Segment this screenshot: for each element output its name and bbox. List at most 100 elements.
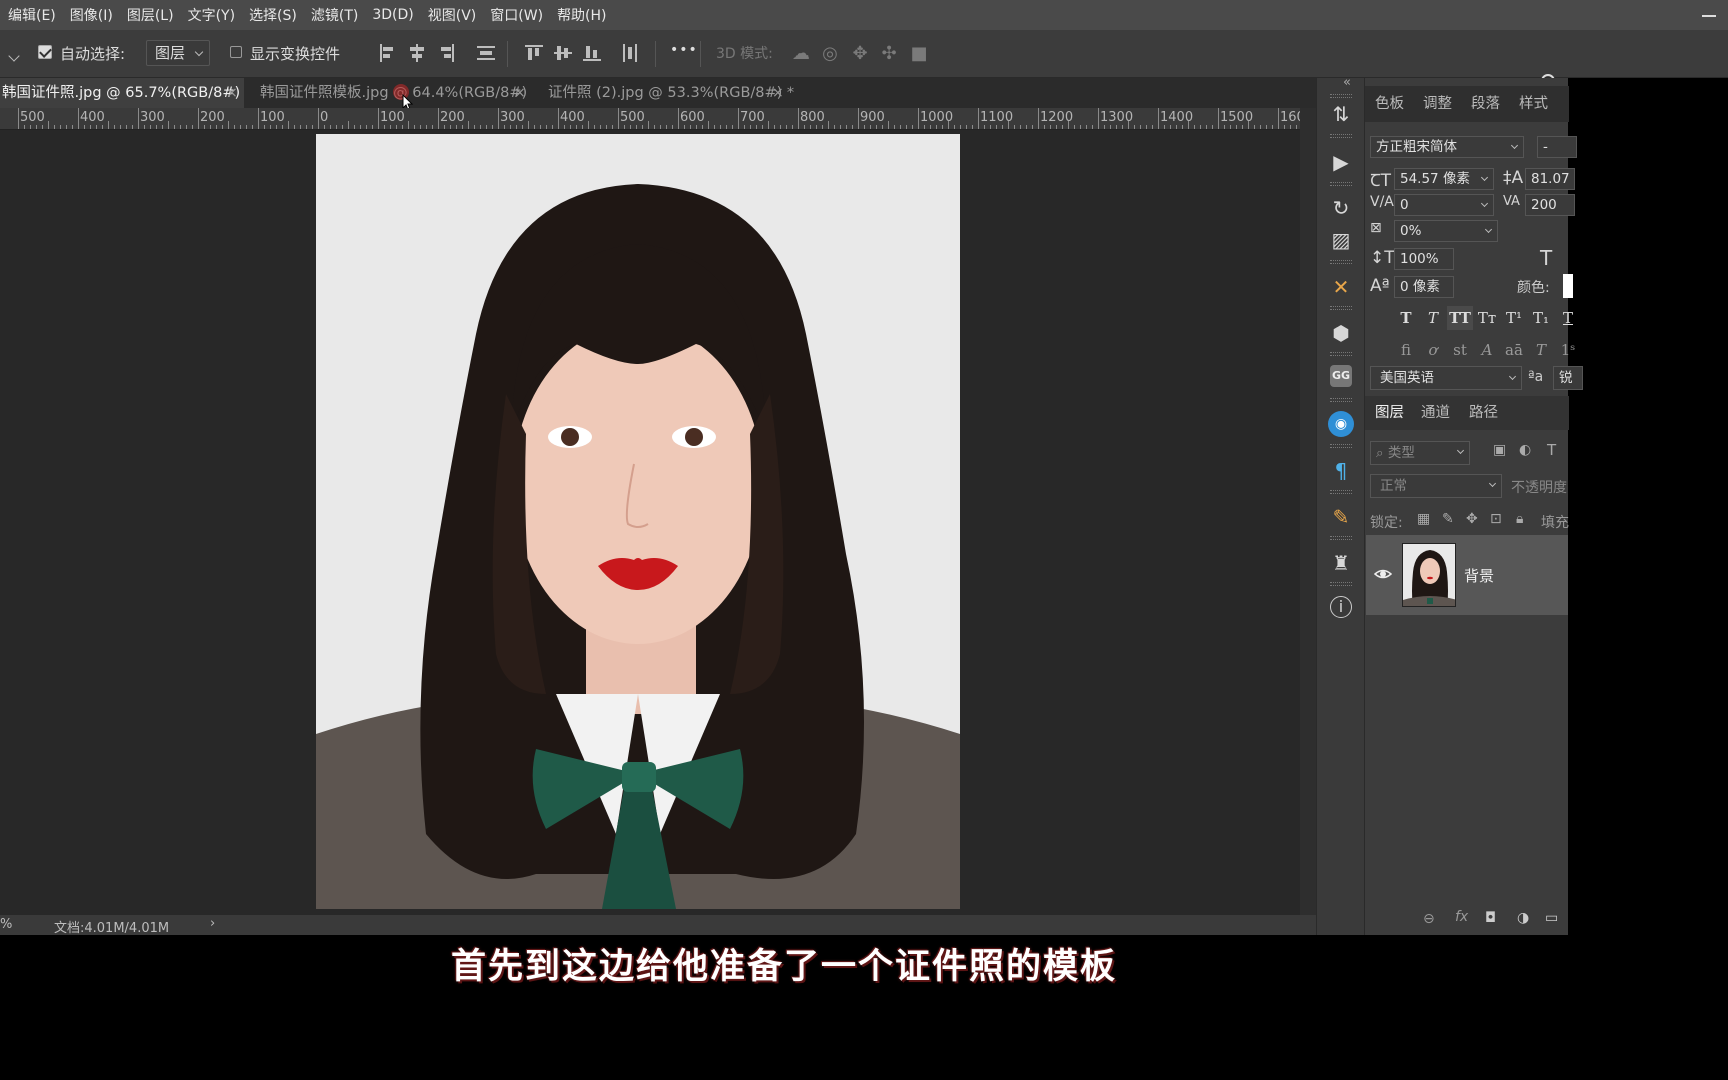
layer-fx-icon[interactable]: fx [1455,909,1468,925]
align-top-icon[interactable] [524,43,544,63]
tab-adjustments[interactable]: 调整 [1423,86,1452,122]
new-group-icon[interactable]: ▭ [1545,910,1558,926]
layer-name[interactable]: 背景 [1464,565,1494,586]
menu-select[interactable]: 选择(S) [249,5,297,25]
stylistic-alternates-button[interactable]: aā [1501,338,1527,362]
menu-edit[interactable]: 编辑(E) [8,5,56,25]
align-bottom-icon[interactable] [582,43,602,63]
collapse-panels-icon[interactable]: « [1343,75,1351,90]
layer-filter-select[interactable]: ⌕ 类型 [1370,441,1470,465]
align-right-icon[interactable] [436,43,456,63]
crossed-tools-icon[interactable]: ✕ [1327,273,1355,301]
faux-bold-button[interactable]: T [1393,306,1419,330]
lock-position-icon[interactable]: ✥ [1466,511,1478,527]
superscript-button[interactable]: T¹ [1501,306,1527,330]
rotate-icon[interactable]: ↻ [1327,194,1355,222]
close-tab-icon[interactable]: × [514,78,526,108]
auto-select-target-dropdown[interactable]: 图层 [146,40,210,66]
blend-mode-select[interactable]: 正常 [1370,474,1502,498]
filter-type-icon[interactable]: T [1547,441,1556,459]
menu-layer[interactable]: 图层(L) [127,5,174,25]
3d-camera-icon[interactable]: ■ [908,43,930,65]
show-transform-checkbox[interactable] [230,46,242,58]
3d-orbit-icon[interactable]: ☁ [790,43,812,65]
lock-all-icon[interactable]: 🔒︎ [1516,511,1523,527]
leading-input[interactable]: 81.07 [1525,168,1575,190]
lock-artboard-icon[interactable]: ⊡ [1490,511,1502,527]
distribute-vertical-icon[interactable] [476,43,496,63]
discretionary-ligature-button[interactable]: st [1447,338,1473,362]
tab-document-3[interactable]: 证件照 (2).jpg @ 53.3%(RGB/8#) * × [546,78,794,108]
brush-icon[interactable]: ✎ [1327,503,1355,531]
menu-3d[interactable]: 3D(D) [372,7,413,23]
grip[interactable] [1330,182,1352,186]
underline-button[interactable]: T [1555,306,1581,330]
tracking-input[interactable]: 200 [1525,194,1575,216]
clone-stamp-icon[interactable]: ♜ [1327,549,1355,577]
grip[interactable] [1330,444,1352,448]
close-tab-icon[interactable]: × [772,78,784,108]
tab-paragraph[interactable]: 段落 [1471,86,1500,122]
tsume-input[interactable]: 0% [1394,220,1498,242]
history-icon[interactable]: ⇅ [1327,100,1355,128]
baseline-shift-input[interactable]: 0 像素 [1394,276,1454,298]
tab-layers[interactable]: 图层 [1375,396,1404,430]
color-wheel-icon[interactable]: ◉ [1328,411,1354,437]
vertical-scrollbar[interactable] [1300,108,1316,915]
menu-type[interactable]: 文字(Y) [188,5,235,25]
link-layers-icon[interactable]: ⊖ [1423,911,1435,927]
close-tab-icon[interactable]: × [226,78,238,108]
tab-swatches[interactable]: 色板 [1375,86,1404,122]
new-adjustment-layer-icon[interactable]: ◑ [1517,910,1529,926]
grip[interactable] [1330,490,1352,494]
3d-slide-icon[interactable]: ✣ [878,43,900,65]
align-left-icon[interactable] [378,43,398,63]
swash-button[interactable]: A [1474,338,1500,362]
grip[interactable] [1330,582,1352,586]
grip[interactable] [1330,352,1352,356]
lock-transparent-icon[interactable]: ▦ [1417,511,1430,527]
play-icon[interactable]: ▶ [1327,148,1355,176]
filter-adjustment-icon[interactable]: ◐ [1519,442,1531,458]
status-menu-arrow-icon[interactable]: › [210,916,215,931]
text-color-swatch[interactable] [1563,274,1573,298]
font-size-input[interactable]: 54.57 像素 [1394,168,1494,190]
tab-channels[interactable]: 通道 [1421,396,1450,430]
grip[interactable] [1330,134,1352,138]
tab-styles[interactable]: 样式 [1519,86,1548,122]
titling-alternates-button[interactable]: T [1528,338,1554,362]
align-vertical-center-icon[interactable] [553,43,573,63]
more-options-icon[interactable]: ••• [670,42,698,58]
faux-italic-button[interactable]: T [1420,306,1446,330]
small-caps-button[interactable]: Tт [1474,306,1500,330]
align-horizontal-center-icon[interactable] [407,43,427,63]
anti-alias-select[interactable]: 锐 [1553,366,1583,390]
font-style-select[interactable]: - [1537,136,1577,158]
menu-view[interactable]: 视图(V) [428,5,477,25]
grip[interactable] [1330,260,1352,264]
tab-document-1[interactable]: 韩国证件照.jpg @ 65.7%(RGB/8#) × [0,78,244,108]
auto-select-checkbox[interactable] [38,45,52,59]
old-style-button[interactable]: ơ [1420,338,1446,362]
grip[interactable] [1330,398,1352,402]
font-family-select[interactable]: 方正粗宋简体 [1370,136,1524,158]
3d-pan-icon[interactable]: ✥ [849,43,871,65]
minimize-window-icon[interactable] [1702,8,1716,22]
grip[interactable] [1330,536,1352,540]
ordinals-button[interactable]: 1ˢ [1555,338,1581,362]
grip[interactable] [1330,306,1352,310]
3d-cube-icon[interactable]: ⬢ [1327,319,1355,347]
layer-row-background[interactable]: 背景 [1366,535,1568,615]
add-mask-icon[interactable]: ◘ [1485,910,1496,926]
zoom-level-text[interactable]: % [0,917,12,932]
filter-pixel-icon[interactable]: ▣ [1493,442,1506,458]
eye-visibility-icon[interactable] [1374,565,1392,583]
kerning-input[interactable]: 0 [1394,194,1494,216]
gg-icon[interactable]: GG [1330,365,1352,387]
ligature-button[interactable]: fi [1393,338,1419,362]
tab-paths[interactable]: 路径 [1469,396,1498,430]
menu-filter[interactable]: 滤镜(T) [311,5,358,25]
subscript-button[interactable]: T₁ [1528,306,1554,330]
3d-roll-icon[interactable]: ◎ [819,43,841,65]
distribute-horizontal-icon[interactable] [620,43,640,63]
